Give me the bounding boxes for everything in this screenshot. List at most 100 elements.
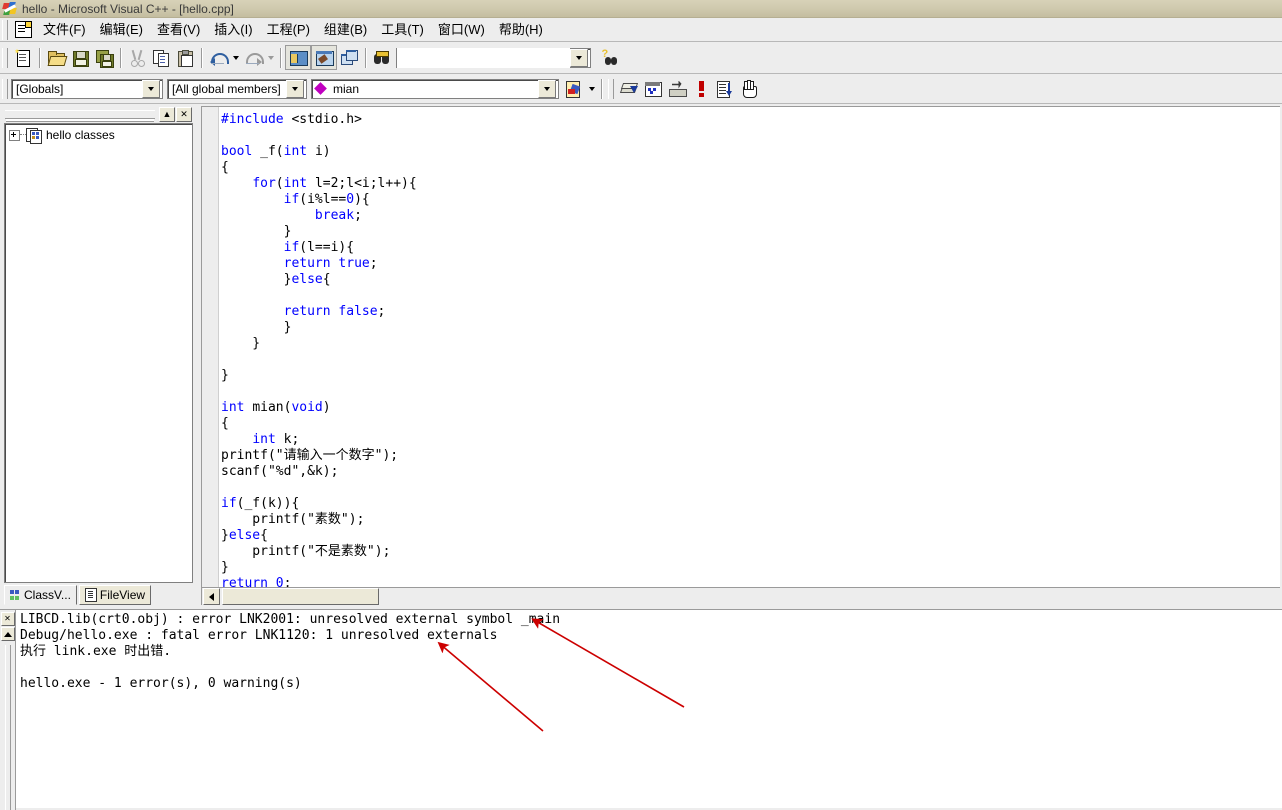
open-button[interactable] xyxy=(44,46,68,69)
build-output-pane: ✕ LIBCD.lib(crt0.obj) : error LNK2001: u… xyxy=(0,609,1282,810)
editor-horizontal-scrollbar[interactable] xyxy=(202,587,1280,605)
output-pane-grip[interactable] xyxy=(4,645,11,810)
scroll-left-button[interactable] xyxy=(203,588,220,605)
toolbar-separator xyxy=(201,47,202,68)
redo-dropdown-button[interactable] xyxy=(265,46,276,69)
code-edit-area[interactable]: #include <stdio.h> bool _f(int i) { for(… xyxy=(202,107,1280,591)
cut-button[interactable] xyxy=(125,46,149,69)
class-view-tree[interactable]: hello classes xyxy=(4,123,193,583)
tree-expander-plus-icon[interactable] xyxy=(9,129,20,141)
build-output-text[interactable]: LIBCD.lib(crt0.obj) : error LNK2001: unr… xyxy=(16,610,1282,808)
wizard-bar-grip[interactable] xyxy=(2,78,8,99)
wizardbar-class-dropdown[interactable] xyxy=(142,79,160,98)
chevron-down-icon xyxy=(148,86,154,91)
classview-icon xyxy=(10,589,21,601)
find-in-files-button[interactable] xyxy=(370,46,394,69)
scrollbar-thumb[interactable] xyxy=(222,588,379,605)
toolbar-separator xyxy=(601,78,602,99)
compile-button[interactable] xyxy=(617,77,641,100)
toolbar-separator xyxy=(280,47,281,68)
chevron-down-icon xyxy=(267,55,274,60)
wizardbar-function-combo[interactable]: mian xyxy=(311,78,559,99)
menu-edit[interactable]: 编辑(E) xyxy=(93,19,150,41)
document-window-icon[interactable] xyxy=(15,21,32,38)
tree-item-hello-classes[interactable]: hello classes xyxy=(5,124,192,144)
chevron-down-icon xyxy=(292,86,298,91)
wizardbar-member-filter-value: [All global members] xyxy=(172,81,281,96)
redo-icon xyxy=(245,50,264,66)
wizardbar-function-dropdown[interactable] xyxy=(538,79,556,98)
workspace-close-button[interactable]: ✕ xyxy=(176,106,192,122)
window-list-button[interactable] xyxy=(337,46,361,69)
triangle-left-icon xyxy=(209,592,214,601)
tab-classview[interactable]: ClassV... xyxy=(4,585,77,605)
tab-fileview[interactable]: FileView xyxy=(78,585,152,605)
find-input[interactable] xyxy=(397,47,570,68)
visual-cpp-window: hello - Microsoft Visual C++ - [hello.cp… xyxy=(0,0,1282,810)
chevron-down-icon xyxy=(588,86,595,91)
wizardbar-member-filter-combo[interactable]: [All global members] xyxy=(167,78,307,99)
output-close-button[interactable]: ✕ xyxy=(0,612,15,626)
save-floppy-icon xyxy=(72,50,89,67)
pan-hand-icon xyxy=(741,79,758,98)
toolbar-separator xyxy=(120,47,121,68)
wizardbar-class-combo[interactable]: [Globals] xyxy=(11,78,163,99)
build-toolbar-grip[interactable] xyxy=(608,78,614,99)
workspace-drag-grip[interactable] xyxy=(5,109,155,119)
wizardbar-member-filter-dropdown[interactable] xyxy=(286,79,304,98)
workspace-window-button[interactable] xyxy=(285,45,311,70)
member-function-diamond-icon xyxy=(314,82,327,95)
tab-classview-label: ClassV... xyxy=(24,588,71,602)
menu-project[interactable]: 工程(P) xyxy=(260,19,317,41)
menu-insert[interactable]: 插入(I) xyxy=(207,19,259,41)
wizardbar-actions-dropdown[interactable] xyxy=(586,77,597,100)
stop-build-button[interactable] xyxy=(689,77,713,100)
next-error-button[interactable] xyxy=(713,77,737,100)
menu-build[interactable]: 组建(B) xyxy=(317,19,374,41)
new-text-file-button[interactable] xyxy=(11,46,35,69)
build-execute-button[interactable] xyxy=(665,77,689,100)
tab-fileview-label: FileView xyxy=(99,588,146,602)
copy-button[interactable] xyxy=(149,46,173,69)
wizardbar-class-value: [Globals] xyxy=(16,81,64,96)
triangle-up-icon xyxy=(3,631,12,637)
menu-file[interactable]: 文件(F) xyxy=(36,19,93,41)
undo-button[interactable] xyxy=(206,46,230,69)
build-button[interactable] xyxy=(641,77,665,100)
find-combo-dropdown[interactable] xyxy=(570,48,588,67)
standard-toolbar-grip[interactable] xyxy=(2,47,8,68)
save-all-button[interactable] xyxy=(92,46,116,69)
class-folder-icon xyxy=(26,128,42,144)
code-editor-window: #include <stdio.h> bool _f(int i) { for(… xyxy=(201,106,1280,605)
menu-help[interactable]: 帮助(H) xyxy=(492,19,550,41)
pan-hand-button[interactable] xyxy=(737,77,761,100)
paste-button[interactable] xyxy=(173,46,197,69)
find-in-help-button[interactable]: ? xyxy=(597,46,621,69)
window-list-icon xyxy=(340,49,358,66)
workspace-restore-button[interactable]: ▲ xyxy=(159,106,175,122)
redo-button[interactable] xyxy=(241,46,265,69)
wizardbar-actions-button[interactable] xyxy=(562,77,586,100)
undo-dropdown-button[interactable] xyxy=(230,46,241,69)
save-button[interactable] xyxy=(68,46,92,69)
source-code-text[interactable]: #include <stdio.h> bool _f(int i) { for(… xyxy=(219,107,1280,591)
menubar-grip[interactable] xyxy=(2,19,8,40)
new-text-file-icon xyxy=(14,48,32,67)
chevron-down-icon xyxy=(576,55,582,60)
workspace-window-icon xyxy=(289,50,308,66)
output-window-button[interactable] xyxy=(311,45,337,70)
menu-tools[interactable]: 工具(T) xyxy=(374,19,431,41)
cut-scissors-icon xyxy=(129,49,146,67)
chevron-down-icon xyxy=(232,55,239,60)
output-scroll-button[interactable] xyxy=(0,627,15,641)
find-combo[interactable] xyxy=(396,47,591,68)
editor-selection-margin[interactable] xyxy=(202,107,219,588)
build-icon xyxy=(644,81,662,97)
wizard-bar: [Globals] [All global members] mian xyxy=(0,74,1282,104)
menu-view[interactable]: 查看(V) xyxy=(150,19,207,41)
compile-icon xyxy=(619,81,638,97)
menu-window[interactable]: 窗口(W) xyxy=(431,19,492,41)
toolbar-separator xyxy=(365,47,366,68)
paste-icon xyxy=(177,49,194,67)
output-window-icon xyxy=(315,50,334,66)
